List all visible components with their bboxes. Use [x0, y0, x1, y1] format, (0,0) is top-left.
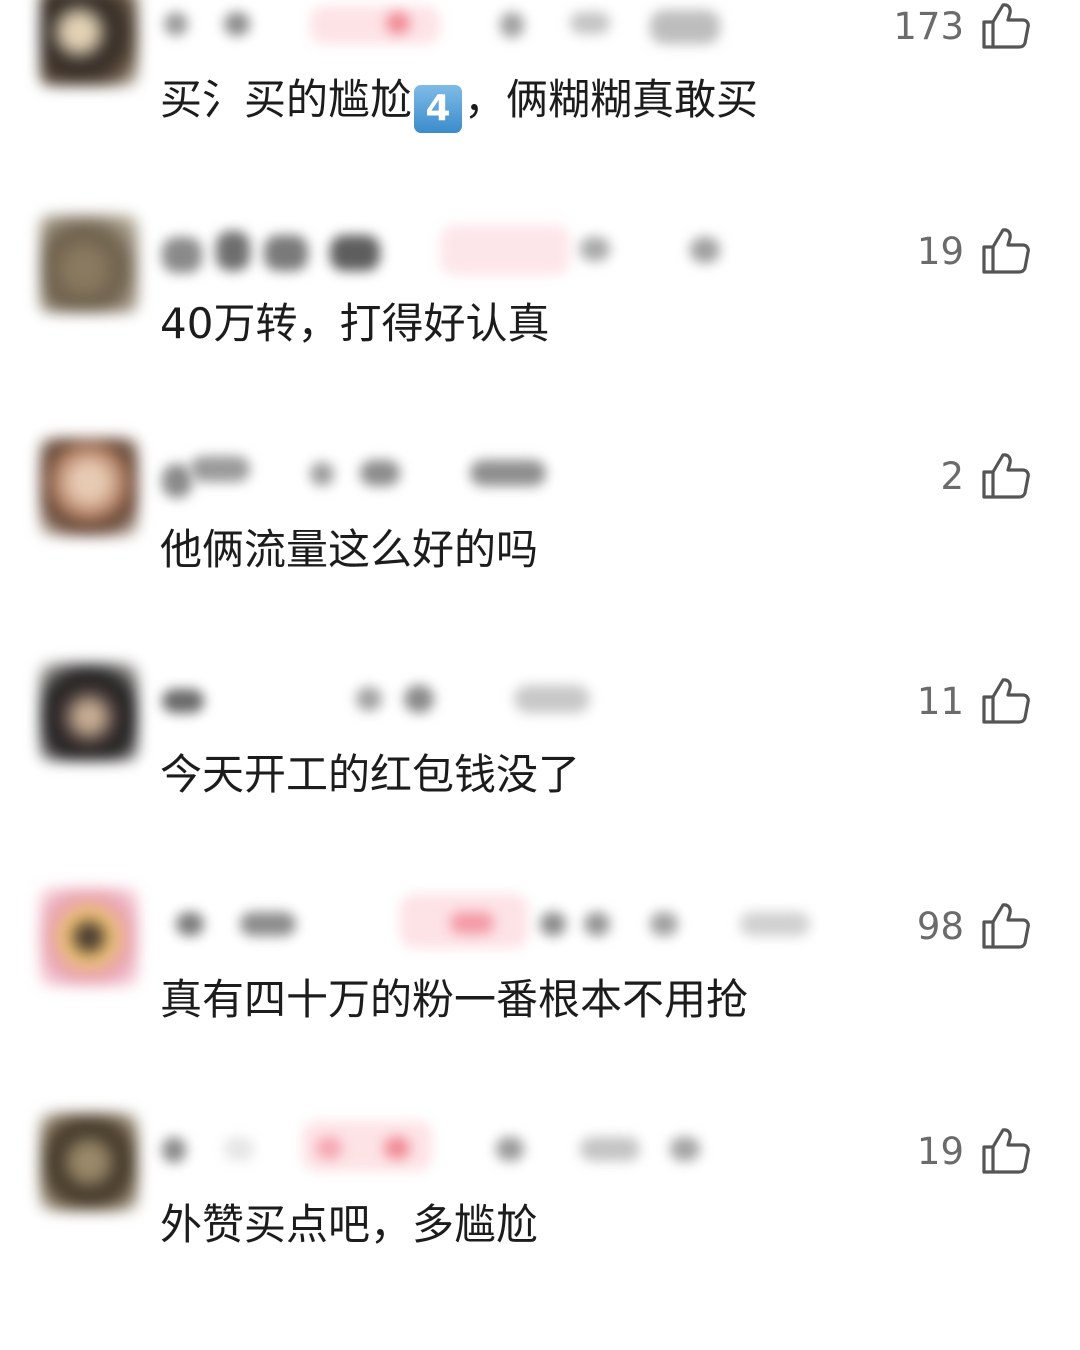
comment-text: 真有四十万的粉一番根本不用抢: [160, 975, 749, 1024]
avatar[interactable]: [40, 0, 138, 86]
like-count: 2: [940, 455, 964, 498]
like-button[interactable]: [980, 450, 1032, 502]
comment-item: 买氵买的尴尬 4 ，俩糊糊真敢买 173: [0, 0, 1080, 225]
like-button[interactable]: [980, 900, 1032, 952]
avatar[interactable]: [40, 438, 138, 536]
avatar[interactable]: [40, 663, 138, 761]
comment-text: 外赞买点吧，多尴尬: [160, 1200, 539, 1249]
thumbs-up-icon: [982, 453, 1030, 499]
comment-text: 他俩流量这么好的吗: [160, 525, 539, 574]
thumbs-up-icon: [982, 678, 1030, 724]
comment-item: 他俩流量这么好的吗 2: [0, 438, 1080, 675]
like-count: 98: [916, 905, 964, 948]
blurred-username[interactable]: [160, 894, 810, 950]
comment-item: 今天开工的红包钱没了 11: [0, 663, 1080, 900]
thumbs-up-icon: [982, 1128, 1030, 1174]
comment-text: 买氵买的尴尬 4 ，俩糊糊真敢买: [160, 79, 758, 133]
blurred-username[interactable]: [160, 0, 760, 50]
thumbs-up-icon: [982, 3, 1030, 49]
comment-item: 外赞买点吧，多尴尬 19: [0, 1113, 1080, 1350]
blurred-username[interactable]: [160, 1121, 760, 1175]
blurred-username[interactable]: [160, 450, 760, 500]
like-button[interactable]: [980, 225, 1032, 277]
like-count: 173: [893, 5, 964, 48]
like-button[interactable]: [980, 675, 1032, 727]
like-count: 19: [916, 230, 964, 273]
blurred-username[interactable]: [160, 225, 760, 275]
keycap-digit-four-emoji: 4: [414, 85, 463, 133]
thumbs-up-icon: [982, 228, 1030, 274]
blurred-username[interactable]: [160, 675, 760, 725]
avatar[interactable]: [40, 888, 138, 986]
comment-item: 40万转，打得好认真 19: [0, 215, 1080, 450]
comment-item: 真有四十万的粉一番根本不用抢 98: [0, 888, 1080, 1125]
like-button[interactable]: [980, 0, 1032, 52]
thumbs-up-icon: [982, 903, 1030, 949]
like-button[interactable]: [980, 1125, 1032, 1177]
comment-text: 40万转，打得好认真: [160, 299, 550, 348]
like-count: 11: [916, 680, 964, 723]
avatar[interactable]: [40, 215, 138, 313]
avatar[interactable]: [40, 1113, 138, 1211]
like-count: 19: [916, 1130, 964, 1173]
comment-text: 今天开工的红包钱没了: [160, 750, 581, 799]
